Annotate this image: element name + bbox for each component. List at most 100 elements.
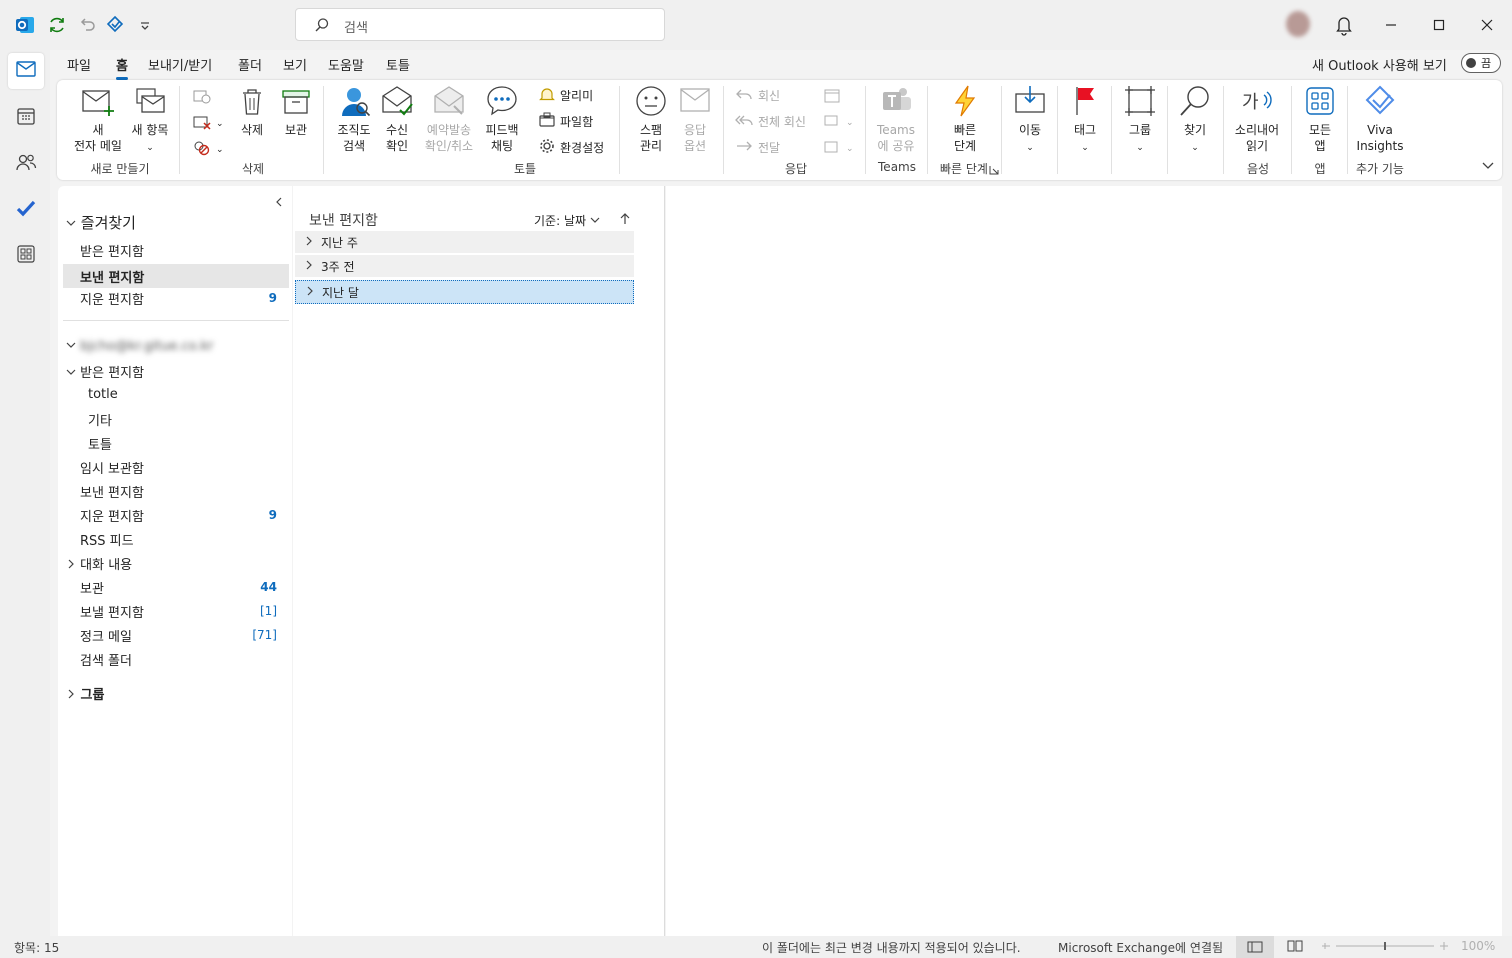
account-header[interactable]: bjcho@kr.gitue.co.kr — [66, 339, 213, 354]
quick-steps-button[interactable]: 빠른 단계 — [937, 84, 993, 154]
inbox-folder[interactable]: 받은 편지함 — [66, 362, 144, 381]
read-aloud-button[interactable]: 가 소리내어 읽기 — [1227, 84, 1287, 154]
subfolder-totle-kr[interactable]: 토틀 — [88, 434, 112, 453]
sort-by-dropdown[interactable]: 기준: 날짜 — [534, 212, 600, 229]
tab-help[interactable]: 도움말 — [328, 55, 364, 74]
folder-outbox[interactable]: 보낼 편지함 — [80, 602, 144, 621]
group-delete-label: 삭제 — [241, 162, 265, 176]
more-respond-button[interactable]: ⌄ — [823, 139, 854, 158]
ignore-button[interactable] — [193, 88, 211, 107]
viva-quick-icon[interactable] — [104, 14, 126, 36]
tab-totle[interactable]: 토틀 — [386, 55, 410, 74]
group-row-last-month[interactable]: 지난 달 — [295, 280, 634, 304]
subfolder-etc[interactable]: 기타 — [88, 410, 112, 429]
groups-button[interactable]: 그룹 ⌄ — [1117, 84, 1163, 156]
calendar-reply-icon — [823, 88, 841, 107]
meeting-button[interactable] — [823, 88, 841, 107]
all-apps-button[interactable]: 모든 앱 — [1297, 84, 1343, 154]
folder-rss[interactable]: RSS 피드 — [80, 530, 134, 549]
mail-nav-button[interactable] — [8, 53, 44, 89]
dialog-launcher-icon[interactable] — [989, 164, 999, 179]
archive-button[interactable]: 보관 — [274, 86, 318, 138]
feedback-chat-button[interactable]: 피드백 채팅 — [479, 84, 525, 154]
find-button[interactable]: 찾기 ⌄ — [1173, 84, 1217, 156]
new-items-icon — [134, 86, 166, 122]
sync-icon[interactable] — [46, 14, 68, 36]
fav-sent-items[interactable]: 보낸 편지함 — [63, 264, 289, 288]
folder-conversation-history[interactable]: 대화 내용 — [66, 554, 132, 573]
minimize-icon[interactable] — [1378, 12, 1404, 38]
fav-inbox[interactable]: 받은 편지함 — [80, 241, 144, 260]
org-search-button[interactable]: 조직도 검색 — [331, 84, 377, 154]
customize-toolbar-icon[interactable] — [134, 14, 156, 36]
apps-nav-button[interactable] — [8, 238, 44, 274]
todo-nav-button[interactable] — [8, 192, 44, 228]
mail-icon — [16, 61, 36, 81]
file-box-button[interactable]: 파일함 — [539, 112, 593, 131]
viva-insights-button[interactable]: Viva Insights — [1351, 84, 1409, 154]
tab-home[interactable]: 홈 — [116, 55, 128, 80]
tab-view[interactable]: 보기 — [283, 55, 307, 74]
calendar-nav-button[interactable] — [8, 100, 44, 136]
im-button[interactable]: ⌄ — [823, 113, 854, 132]
cleanup-button[interactable]: ⌄ — [193, 114, 224, 133]
tab-file[interactable]: 파일 — [67, 55, 91, 74]
people-nav-button[interactable] — [8, 146, 44, 182]
new-mail-button[interactable]: 새 전자 메일 — [65, 86, 131, 154]
junk-button[interactable]: ⌄ — [193, 140, 224, 159]
reply-button[interactable]: 회신 — [735, 86, 780, 105]
folder-sent[interactable]: 보낸 편지함 — [80, 482, 144, 501]
scheduled-send-button[interactable]: 예약발송 확인/취소 — [419, 84, 479, 154]
notifier-button[interactable]: 알리미 — [539, 86, 593, 105]
folder-drafts[interactable]: 임시 보관함 — [80, 458, 144, 477]
reply-options-button[interactable]: 응답 옵션 — [673, 84, 717, 154]
new-items-button[interactable]: 새 항목 ⌄ — [127, 86, 173, 156]
fav-deleted-items[interactable]: 지운 편지함 — [80, 289, 144, 308]
reading-view-icon[interactable] — [1287, 940, 1303, 955]
reply-all-button[interactable]: 전체 회신 — [735, 112, 806, 131]
avatar[interactable] — [1286, 11, 1310, 37]
undo-icon[interactable] — [76, 14, 98, 36]
maximize-icon[interactable] — [1426, 12, 1452, 38]
tags-button[interactable]: 태그 ⌄ — [1063, 84, 1107, 156]
zoom-slider[interactable] — [1320, 940, 1450, 955]
org-chart-icon — [337, 84, 371, 122]
move-folder-icon — [1013, 84, 1047, 122]
new-outlook-toggle[interactable]: 끔 — [1461, 53, 1501, 73]
search-box[interactable]: 검색 — [295, 8, 665, 41]
archive-icon — [281, 86, 311, 122]
spam-manage-button[interactable]: 스팸 관리 — [629, 84, 673, 154]
chevron-down-icon: ⌄ — [216, 144, 224, 155]
close-icon[interactable] — [1474, 12, 1500, 38]
bell-icon[interactable] — [1331, 12, 1357, 38]
collapse-pane-icon[interactable] — [274, 196, 284, 211]
viva-insights-icon — [1363, 84, 1397, 122]
ignore-icon — [193, 88, 211, 107]
new-outlook-label: 새 Outlook 사용해 보기 — [1312, 59, 1447, 74]
tab-folder[interactable]: 폴더 — [238, 55, 262, 74]
subfolder-totle[interactable]: totle — [88, 387, 118, 402]
move-button[interactable]: 이동 ⌄ — [1007, 84, 1053, 156]
group-row-last-week[interactable]: 지난 주 — [295, 231, 634, 253]
sort-direction-arrow-icon[interactable] — [619, 213, 631, 229]
tab-send-receive[interactable]: 보내기/받기 — [148, 55, 212, 74]
folder-search[interactable]: 검색 폴더 — [80, 650, 132, 669]
favorites-header[interactable]: 즐겨찾기 — [66, 212, 136, 233]
delete-button[interactable]: 삭제 — [230, 86, 274, 138]
read-receipt-button[interactable]: 수신 확인 — [377, 84, 417, 154]
forward-button[interactable]: 전달 — [735, 138, 780, 157]
chevron-down-icon — [66, 339, 76, 354]
normal-view-icon[interactable] — [1236, 936, 1274, 958]
share-to-teams-button[interactable]: Teams 에 공유 — [871, 84, 921, 154]
search-placeholder: 검색 — [344, 21, 368, 36]
folder-icon — [539, 112, 555, 131]
chevron-right-icon — [305, 235, 313, 249]
settings-button[interactable]: 환경설정 — [539, 138, 604, 157]
groups-header[interactable]: 그룹 — [66, 684, 104, 703]
collapse-ribbon-icon[interactable] — [1481, 160, 1495, 175]
folder-deleted[interactable]: 지운 편지함 — [80, 506, 144, 525]
folder-archive[interactable]: 보관 — [80, 578, 104, 597]
group-row-three-weeks-ago[interactable]: 3주 전 — [295, 255, 634, 277]
group-new-label: 새로 만들기 — [90, 162, 150, 176]
folder-junk[interactable]: 정크 메일 — [80, 626, 132, 645]
